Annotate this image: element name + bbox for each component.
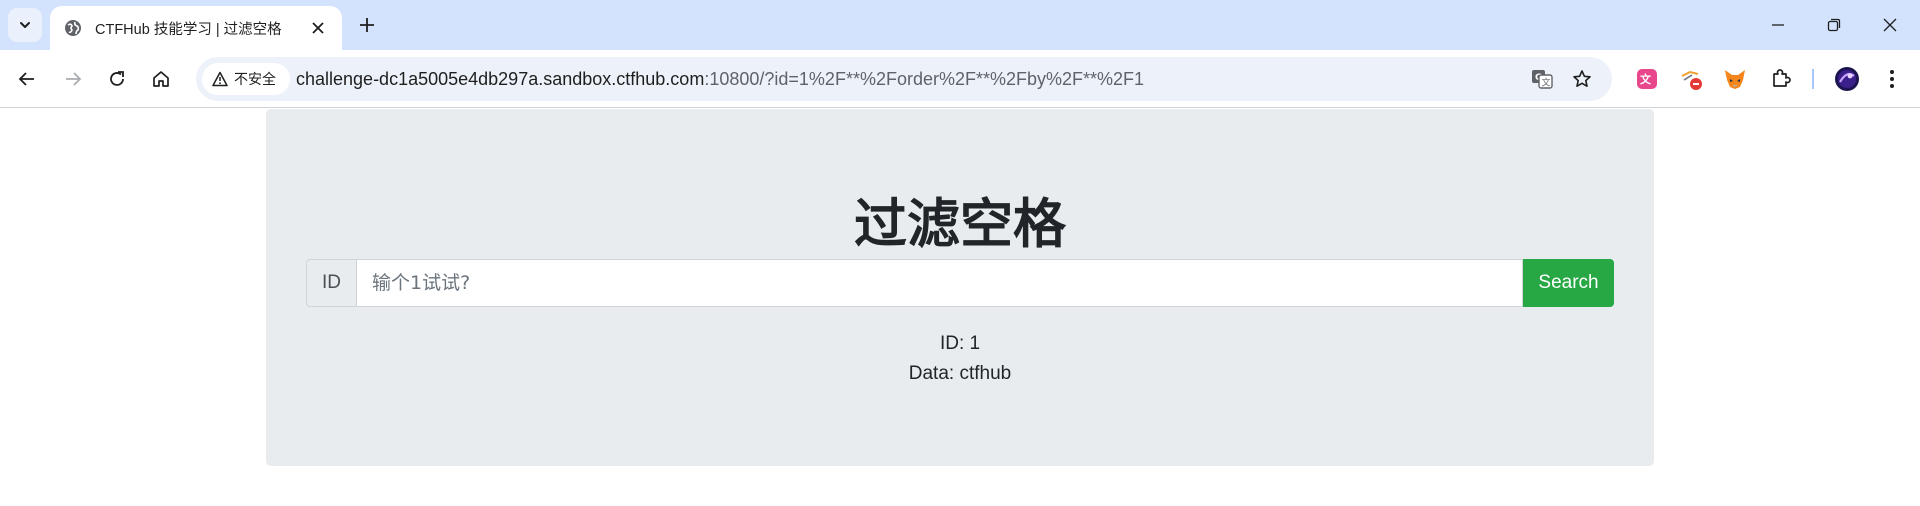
security-label: 不安全 <box>234 71 276 87</box>
security-chip[interactable]: 不安全 <box>202 63 290 95</box>
new-tab-button[interactable] <box>353 11 381 39</box>
minimize-button[interactable] <box>1750 0 1806 50</box>
home-icon <box>153 71 169 87</box>
id-addon-label: ID <box>306 259 356 307</box>
translate-icon[interactable]: G文 <box>1528 65 1556 93</box>
puzzle-icon[interactable] <box>1765 63 1797 95</box>
tab-search-button[interactable] <box>8 8 42 42</box>
star-icon[interactable] <box>1568 65 1596 93</box>
url-text[interactable]: challenge-dc1a5005e4db297a.sandbox.ctfhu… <box>296 57 1144 101</box>
back-button[interactable] <box>9 61 45 97</box>
fox-extension-icon[interactable] <box>1719 63 1751 95</box>
tab-title: CTFHub 技能学习 | 过滤空格 <box>95 21 282 38</box>
minimize-icon <box>1772 24 1784 26</box>
result-id: ID: 1 <box>939 333 981 354</box>
plus-icon <box>360 18 374 32</box>
restore-icon <box>1827 18 1841 32</box>
page-title: 过滤空格 <box>854 194 1066 255</box>
address-bar[interactable]: 不安全 challenge-dc1a5005e4db297a.sandbox.c… <box>196 57 1612 101</box>
browser-toolbar: 不安全 challenge-dc1a5005e4db297a.sandbox.c… <box>0 50 1920 108</box>
challenge-panel: 过滤空格 ID Search ID: 1 Data: ctfhub <box>266 109 1654 466</box>
svg-text:文: 文 <box>1542 77 1551 89</box>
arrow-right-icon <box>66 72 82 86</box>
globe-icon <box>63 18 83 38</box>
svg-text:文: 文 <box>1640 72 1652 86</box>
toolbar-divider <box>1812 69 1814 89</box>
home-button[interactable] <box>143 61 179 97</box>
search-form: ID Search <box>306 259 1614 307</box>
warning-icon <box>212 71 228 87</box>
immersive-translate-extension-icon[interactable]: 文 <box>1631 63 1663 95</box>
arrow-left-icon <box>18 72 34 86</box>
avatar[interactable] <box>1831 63 1863 95</box>
window-close-button[interactable] <box>1862 0 1918 50</box>
reload-button[interactable] <box>99 61 135 97</box>
close-icon <box>1883 18 1897 32</box>
id-input[interactable] <box>356 259 1523 307</box>
restore-button[interactable] <box>1806 0 1862 50</box>
tab-strip: CTFHub 技能学习 | 过滤空格 <box>0 0 1920 50</box>
forward-button[interactable] <box>55 61 91 97</box>
page-content: 过滤空格 ID Search ID: 1 Data: ctfhub <box>0 108 1920 506</box>
url-path: :10800/?id=1%2F**%2Forder%2F**%2Fby%2F**… <box>704 69 1145 89</box>
result-data: Data: ctfhub <box>908 363 1012 384</box>
chevron-down-icon <box>20 22 30 28</box>
menu-dots-icon[interactable] <box>1876 63 1908 95</box>
reload-icon <box>110 71 124 86</box>
hackbar-extension-icon[interactable] <box>1675 63 1707 95</box>
close-icon[interactable] <box>306 16 330 40</box>
active-tab[interactable]: CTFHub 技能学习 | 过滤空格 <box>50 6 342 50</box>
search-button[interactable]: Search <box>1523 259 1614 307</box>
url-host: challenge-dc1a5005e4db297a.sandbox.ctfhu… <box>296 69 705 89</box>
